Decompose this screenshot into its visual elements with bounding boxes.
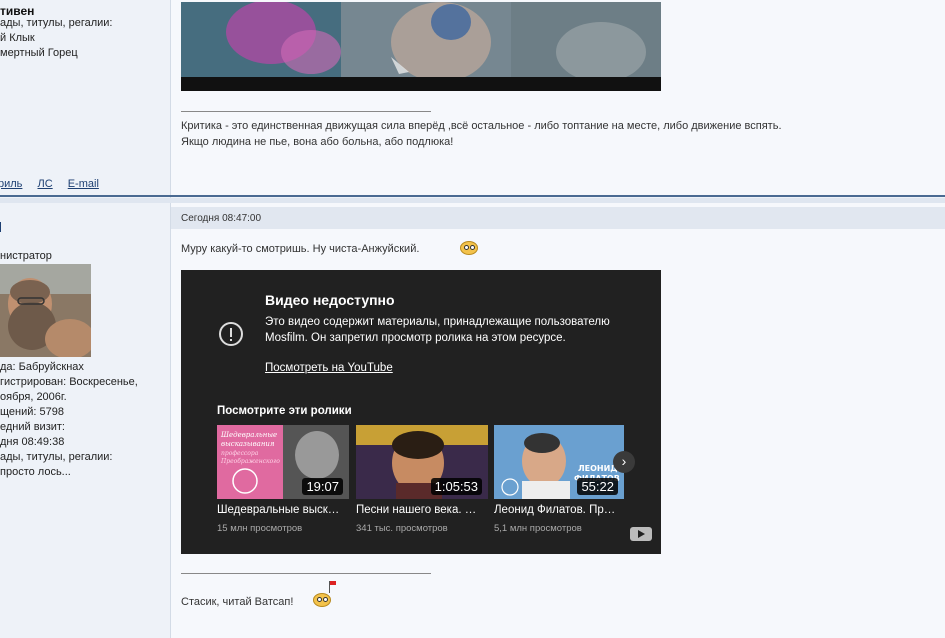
post2-signature: Стасик, читай Ватсап! <box>181 596 294 608</box>
post2-rank: нистратор <box>0 250 52 262</box>
post1-signature-line: Критика - это единственная движущая сила… <box>181 120 782 132</box>
profile-link[interactable]: риль <box>0 178 22 190</box>
svg-text:высказывания: высказывания <box>221 440 275 448</box>
post2-side-line: да: Бабруйскнах <box>0 361 84 373</box>
post2-side-line: щений: 5798 <box>0 406 64 418</box>
suggested-video-views: 5,1 млн просмотров <box>494 523 582 534</box>
youtube-player[interactable]: Видео недоступно Это видео содержит мате… <box>181 270 661 554</box>
email-link[interactable]: E-mail <box>68 178 99 190</box>
post1-side-line: ады, титулы, регалии: <box>0 17 113 29</box>
post1-signature-divider <box>181 111 431 112</box>
avatar-image <box>0 264 91 357</box>
watch-on-youtube-link[interactable]: Посмотреть на YouTube <box>265 362 393 374</box>
post2-side-line: дня 08:49:38 <box>0 436 65 448</box>
post1-video-embed[interactable] <box>181 2 661 91</box>
flag <box>330 581 336 585</box>
smiley-flag-icon <box>313 593 331 607</box>
svg-text:ЛЕОНИД: ЛЕОНИД <box>578 464 617 473</box>
post2-side-line: просто лось... <box>0 466 71 478</box>
suggested-video-thumbnail[interactable]: 1:05:53 <box>356 425 488 499</box>
svg-text:профессора: профессора <box>221 450 259 457</box>
alert-circle-icon <box>219 322 243 346</box>
suggested-video-thumbnail[interactable]: Шедевральные высказывания профессора Пре… <box>217 425 349 499</box>
column-divider <box>170 203 171 638</box>
more-videos-title: Посмотрите эти ролики <box>217 405 352 417</box>
post1-profile-links: риль ЛС E-mail <box>0 178 111 190</box>
avatar[interactable] <box>0 264 91 357</box>
post2-author-name-link[interactable] <box>0 222 1 232</box>
suggested-video-views: 15 млн просмотров <box>217 523 303 534</box>
video-unavailable-description: Это видео содержит материалы, принадлежа… <box>265 316 610 344</box>
post2-side-line: гистрирован: Воскресенье, <box>0 376 138 388</box>
post2-header <box>171 207 945 229</box>
private-message-link[interactable]: ЛС <box>37 178 52 190</box>
post2-side-line: едний визит: <box>0 421 65 433</box>
suggested-video-title[interactable]: Леонид Филатов. Пр… <box>494 504 626 516</box>
post2-message-text: Муру какуй-то смотришь. Ну чиста-Анжуйск… <box>181 243 420 255</box>
post2-date: Сегодня 08:47:00 <box>181 213 262 224</box>
video-unavailable-title: Видео недоступно <box>265 292 395 308</box>
svg-text:Шедевральные: Шедевральные <box>220 431 277 439</box>
chevron-right-icon[interactable]: › <box>613 451 635 473</box>
suggested-video-thumbnail[interactable]: ЛЕОНИД ФИЛАТОВ 55:22 <box>494 425 624 499</box>
svg-text:Преображенского: Преображенского <box>220 458 280 465</box>
suggested-video-views: 341 тыс. просмотров <box>356 523 448 534</box>
post2-signature-divider <box>181 573 431 574</box>
video-duration: 55:22 <box>577 478 618 495</box>
post1-side-line: й Клык <box>0 32 35 44</box>
youtube-logo-icon[interactable] <box>630 527 652 541</box>
suggested-video-title[interactable]: Песни нашего века. … <box>356 504 488 516</box>
post2-side-line: ады, титулы, регалии: <box>0 451 113 463</box>
video-duration: 1:05:53 <box>430 478 482 495</box>
smiley-icon <box>460 241 478 255</box>
post-separator <box>0 195 945 197</box>
post1-side-line: мертный Горец <box>0 47 78 59</box>
video-letterbox-bar <box>181 77 661 91</box>
video-duration: 19:07 <box>302 478 343 495</box>
post1-signature-line: Якщо людина не пье, вона або больна, або… <box>181 136 454 148</box>
suggested-video-title[interactable]: Шедевральные выск… <box>217 504 349 516</box>
post2-side-line: оября, 2006г. <box>0 391 67 403</box>
